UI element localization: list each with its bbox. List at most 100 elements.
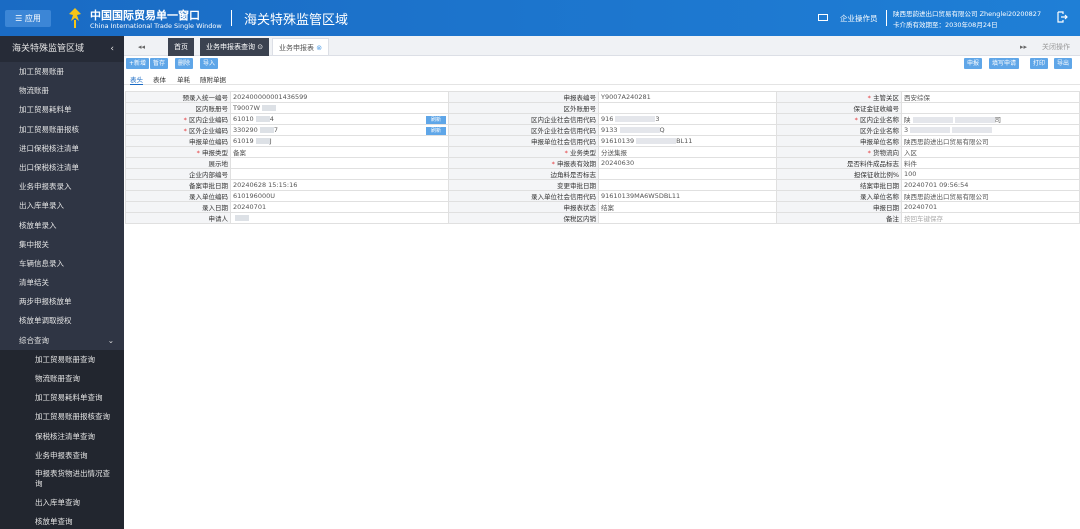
collapse-icon[interactable]: ‹ (110, 36, 114, 62)
field-value[interactable]: 916 3 (598, 113, 777, 125)
field-value[interactable]: 3 (901, 124, 1080, 136)
sidebar-item[interactable]: 进口保税核注清单 (0, 139, 124, 158)
field-value[interactable]: 陕西思韵进出口贸易有限公司 (901, 135, 1080, 147)
temp-save-button[interactable]: 暂存 (150, 58, 169, 69)
sidebar-item[interactable]: 加工贸易账册 (0, 62, 124, 81)
filing-button[interactable]: 填写申请 (989, 58, 1020, 69)
field-value[interactable] (230, 168, 449, 180)
field-value[interactable]: 61010 4 刷新 (230, 113, 449, 125)
sidebar-item[interactable]: 业务申报表录入 (0, 177, 124, 196)
field-value[interactable]: 入区 (901, 146, 1080, 158)
field-value[interactable]: 610196000U (230, 190, 449, 202)
logo-icon (69, 8, 81, 28)
app-menu-button[interactable]: ☰ 应用 (5, 10, 51, 27)
form-row: 预录入统一编号 202400000001436599 申报表编号 Y9007A2402… (125, 91, 1080, 103)
print-button[interactable]: 打印 (1030, 58, 1049, 69)
close-operation-button[interactable]: 关闭操作 (1036, 38, 1076, 56)
field-value[interactable] (598, 168, 777, 180)
field-value[interactable]: 9133 Q (598, 124, 777, 136)
field-value[interactable]: 91610139MA6W5DBL11 (598, 190, 777, 202)
field-value[interactable]: 20240628 15:15:16 (230, 179, 449, 191)
operator-label[interactable]: 企业操作员 (840, 13, 878, 24)
sidebar-item[interactable]: 物流账册 (0, 81, 124, 100)
sidebar-header[interactable]: 海关特殊监管区域 ‹ (0, 36, 124, 62)
subtab-body[interactable]: 表体 (153, 74, 166, 84)
sidebar-subitem[interactable]: 物流账册查询 (0, 369, 124, 388)
tab-form[interactable]: 业务申报表 ⊗ (272, 38, 330, 56)
field-label: 申报单位编码 (125, 135, 231, 147)
field-value[interactable]: 202400000001436599 (230, 91, 449, 103)
field-value[interactable]: 20240630 (598, 157, 777, 169)
subtab-attachments[interactable]: 随附单据 (200, 74, 226, 84)
close-icon[interactable]: ⊗ (316, 44, 322, 52)
field-value[interactable]: 330290 7 刷新 (230, 124, 449, 136)
field-value[interactable]: 91610139 BL11 (598, 135, 777, 147)
form-row: 展示地 * 申报表有效期 20240630 是否料件成品标志 料件 (125, 157, 1080, 169)
import-button[interactable]: 导入 (200, 58, 219, 69)
sidebar-subitem[interactable]: 加工贸易账册查询 (0, 350, 124, 369)
subtab-head[interactable]: 表头 (130, 74, 143, 85)
field-value[interactable]: 西安综保 (901, 91, 1080, 103)
sidebar-item[interactable]: 核放单录入 (0, 216, 124, 235)
scroll-left-icon[interactable]: ◂◂ (132, 38, 151, 56)
field-value[interactable] (230, 212, 449, 224)
field-label: 展示地 (125, 157, 231, 169)
brand-title: 中国国际贸易单一窗口 (90, 9, 200, 22)
sidebar-subitem[interactable]: 出入库单查询 (0, 493, 124, 512)
sidebar-item[interactable]: 核放单调取授权 (0, 311, 124, 330)
new-button[interactable]: +新增 (126, 58, 150, 69)
field-label: * 申报表有效期 (448, 157, 599, 169)
field-value[interactable] (901, 102, 1080, 114)
field-value[interactable] (598, 102, 777, 114)
sidebar-item[interactable]: 集中报关 (0, 235, 124, 254)
form-row: 录入日期 20240701 申报表状态 结案 申报日期 20240701 (125, 201, 1080, 213)
sidebar-item[interactable]: 加工贸易账册报核 (0, 120, 124, 139)
delete-button[interactable]: 删除 (175, 58, 194, 69)
declare-button[interactable]: 申报 (964, 58, 983, 69)
field-value[interactable]: 分送集报 (598, 146, 777, 158)
field-label: 申报日期 (776, 201, 902, 213)
field-value[interactable] (230, 157, 449, 169)
sidebar-item[interactable]: 清单结关 (0, 273, 124, 292)
field-value[interactable]: 结案 (598, 201, 777, 213)
sidebar-subitem[interactable]: 加工贸易耗料单查询 (0, 388, 124, 407)
subtab-consumption[interactable]: 单耗 (177, 74, 190, 84)
sidebar-subitem[interactable]: 申报表货物进出情况查询 (0, 465, 124, 493)
refresh-button[interactable]: 刷新 (425, 126, 446, 135)
sidebar-subitem[interactable]: 保税核注清单查询 (0, 427, 124, 446)
remark-input[interactable]: 按回车键保存 (901, 212, 1080, 224)
field-value[interactable]: 20240701 (230, 201, 449, 213)
field-label: 备注 (776, 212, 902, 224)
export-button[interactable]: 导出 (1054, 58, 1073, 69)
field-value[interactable]: 备案 (230, 146, 449, 158)
sidebar-subitem[interactable]: 加工贸易账册报核查询 (0, 407, 124, 426)
tab-query[interactable]: 业务申报表查询 ⊙ (200, 38, 270, 56)
field-value[interactable]: T9007W (230, 102, 449, 114)
sidebar-item[interactable]: 车辆信息录入 (0, 254, 124, 273)
mail-icon[interactable] (818, 14, 828, 21)
sidebar-group-query[interactable]: 综合查询 ⌄ (0, 331, 124, 350)
sidebar-item[interactable]: 出口保税核注清单 (0, 158, 124, 177)
field-value[interactable]: 100 (901, 168, 1080, 180)
field-value[interactable]: 20240701 (901, 201, 1080, 213)
field-value[interactable] (598, 179, 777, 191)
field-value[interactable]: 料件 (901, 157, 1080, 169)
sidebar-item[interactable]: 加工贸易耗料单 (0, 100, 124, 119)
sidebar-subitem[interactable]: 业务申报表查询 (0, 446, 124, 465)
sidebar-item[interactable]: 两步申报核放单 (0, 292, 124, 311)
refresh-button[interactable]: 刷新 (425, 115, 446, 124)
field-value[interactable] (598, 212, 777, 224)
field-value[interactable]: 61019 J (230, 135, 449, 147)
logout-icon[interactable] (1056, 11, 1068, 23)
tab-home[interactable]: 首页 (168, 38, 194, 56)
sidebar-item[interactable]: 出入库单录入 (0, 196, 124, 215)
sidebar-title: 海关特殊监管区域 (12, 44, 85, 54)
sidebar-subitem[interactable]: 核放单查询 (0, 512, 124, 529)
tab-label: 业务申报表查询 (206, 43, 255, 51)
field-label: 区内企业社会信用代码 (448, 113, 599, 125)
field-value[interactable]: 陕西思韵进出口贸易有限公司 (901, 190, 1080, 202)
field-value[interactable]: 20240701 09:56:54 (901, 179, 1080, 191)
scroll-right-icon[interactable]: ▸▸ (1014, 38, 1033, 56)
field-value[interactable]: 陕司 (901, 113, 1080, 125)
field-value[interactable]: Y9007A240281 (598, 91, 777, 103)
